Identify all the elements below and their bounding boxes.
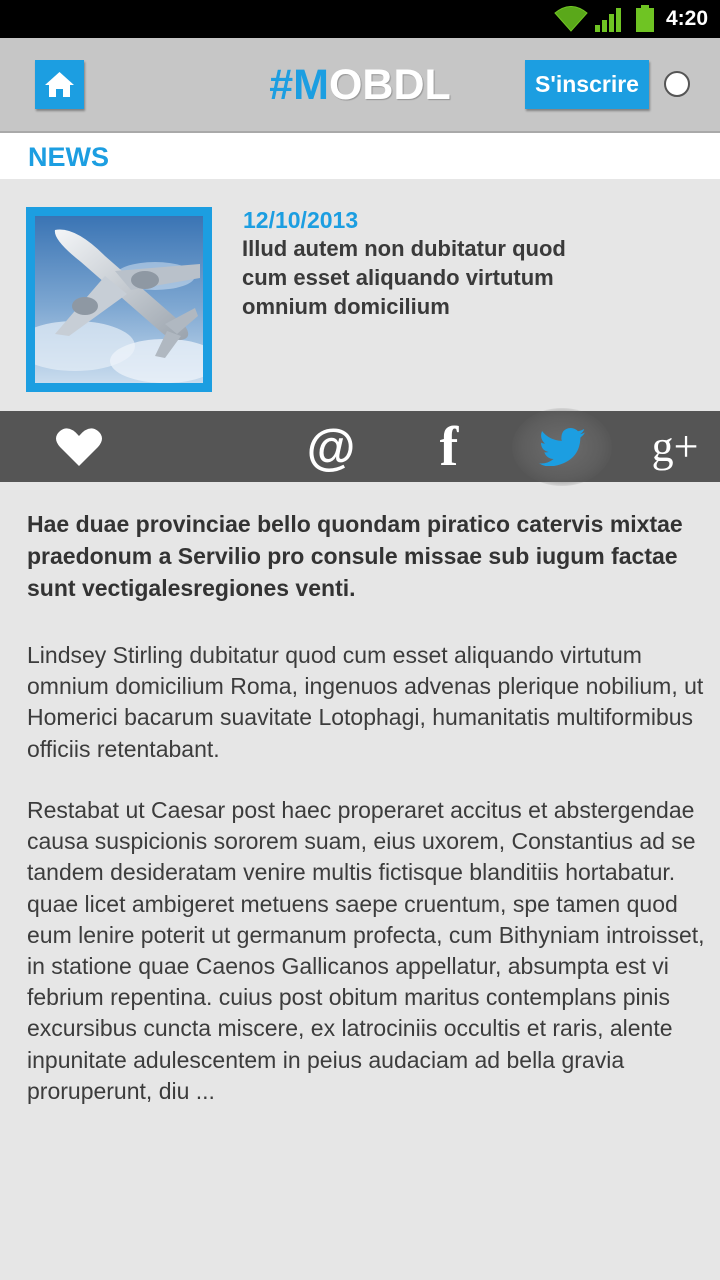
share-googleplus-button[interactable]: g+ [640, 411, 710, 482]
airplane-image [35, 216, 203, 383]
section-header: NEWS [0, 133, 720, 179]
at-icon: @ [306, 418, 356, 475]
article-paragraph-1: Lindsey Stirling dubitatur quod cum esse… [27, 642, 704, 762]
article-date: 12/10/2013 [243, 207, 359, 233]
home-button[interactable] [35, 60, 84, 109]
signal-icon [595, 8, 621, 32]
twitter-icon [539, 427, 585, 466]
like-button[interactable] [44, 411, 114, 482]
article-paragraph-2: Restabat ut Caesar post haec properaret … [27, 797, 705, 1104]
article-lead: Hae duae provinciae bello quondam pirati… [27, 511, 683, 601]
wifi-icon [554, 6, 588, 32]
section-title: NEWS [28, 142, 109, 172]
facebook-icon: f [439, 415, 459, 478]
share-twitter-button[interactable] [512, 408, 612, 486]
battery-icon [636, 5, 654, 32]
app-logo: #MOBDL [269, 61, 451, 109]
share-email-button[interactable]: @ [296, 411, 366, 482]
article-title[interactable]: Illud autem non dubitatur quod cum esset… [242, 234, 602, 321]
app-header: #MOBDL S'inscrire [0, 38, 720, 133]
status-bar: 4:20 [0, 0, 720, 38]
article-thumbnail[interactable] [26, 207, 212, 392]
home-icon [45, 72, 74, 97]
heart-icon [56, 427, 102, 466]
share-bar: @ f g+ [0, 408, 720, 486]
signup-button[interactable]: S'inscrire [525, 60, 649, 109]
googleplus-icon: g+ [651, 422, 699, 471]
status-toggle[interactable] [664, 71, 690, 97]
clock: 4:20 [666, 7, 709, 30]
share-facebook-button[interactable]: f [414, 411, 484, 482]
